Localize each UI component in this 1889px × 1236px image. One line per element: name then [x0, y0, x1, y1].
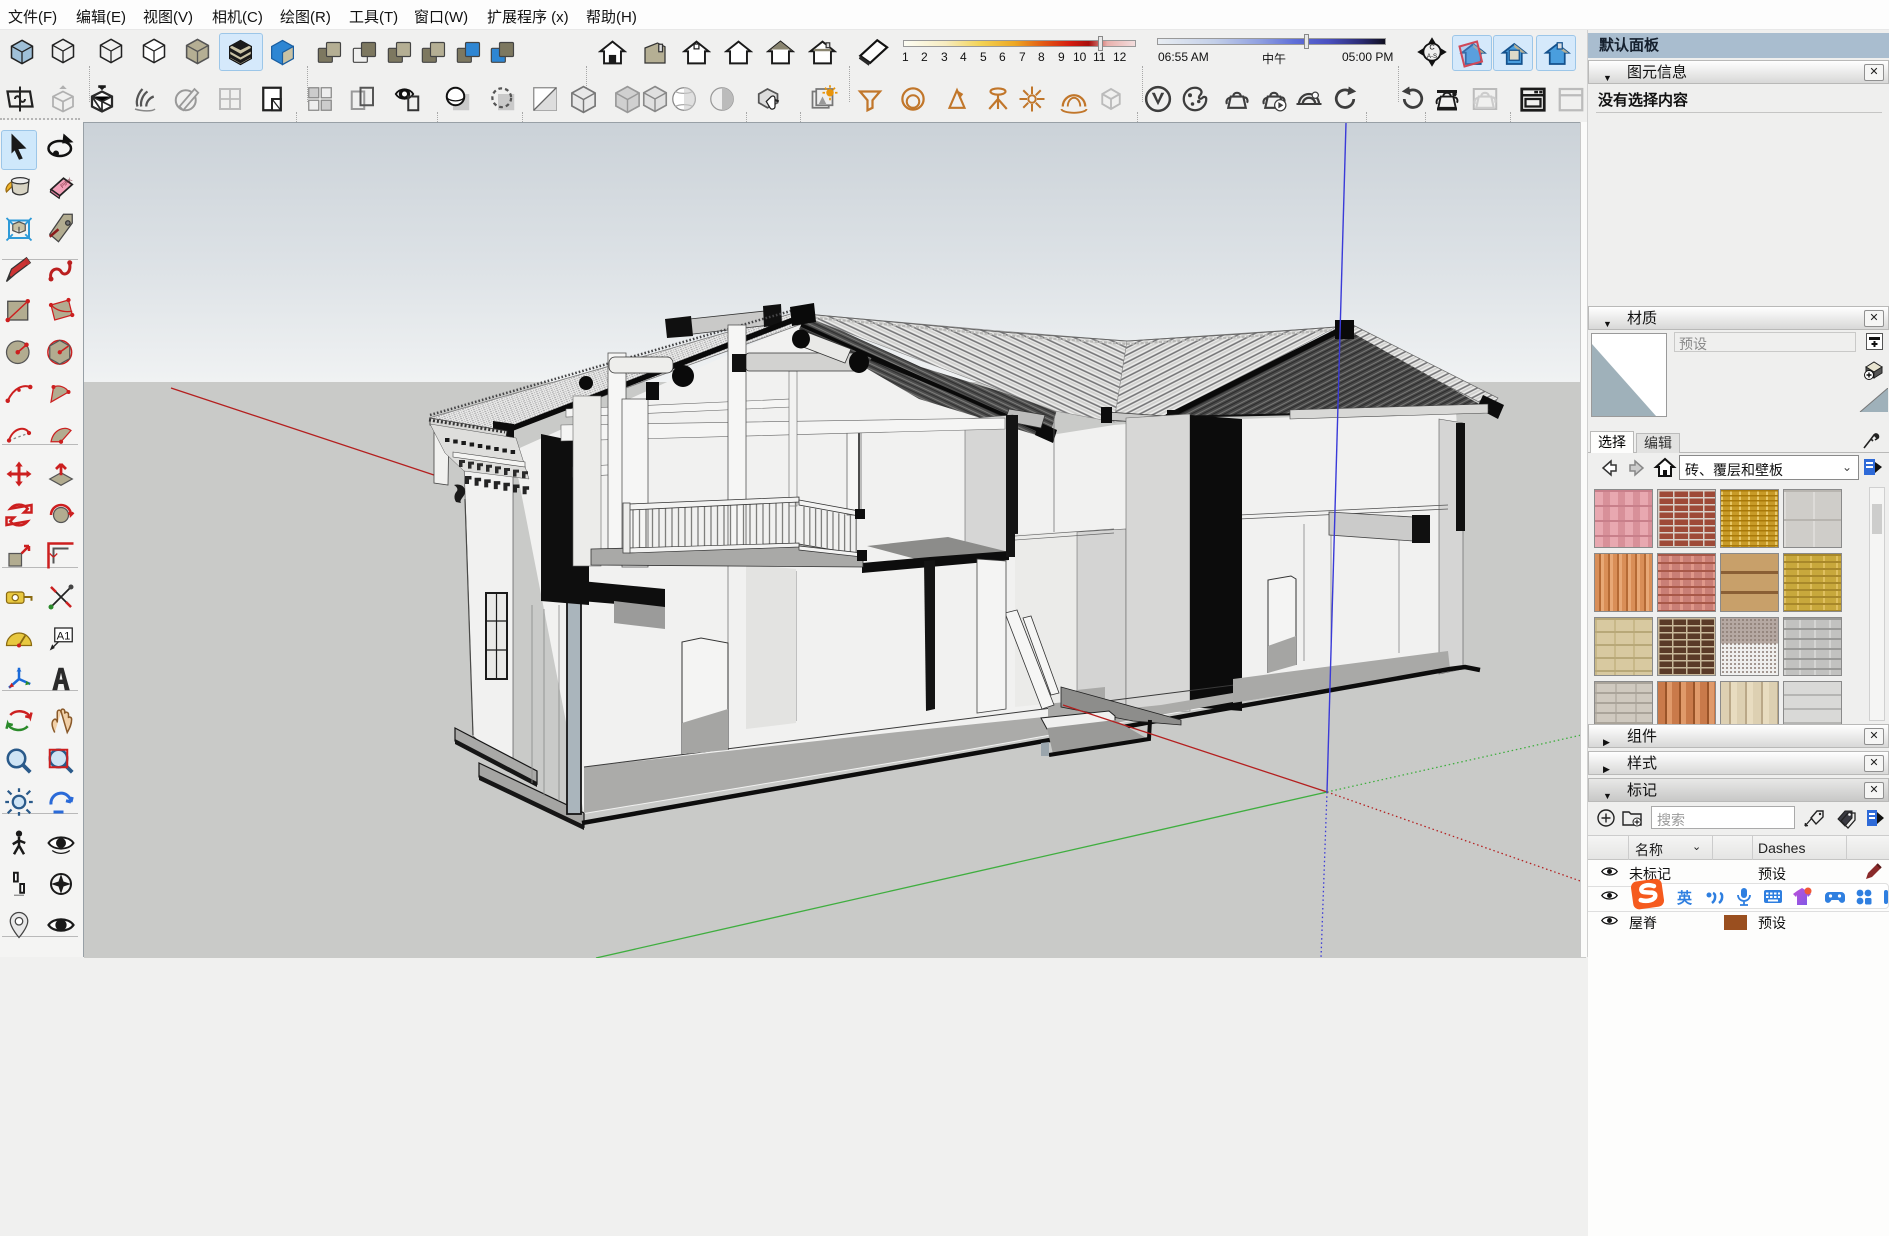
svg-text:A1: A1	[57, 630, 71, 642]
svg-text:A-S: A-S	[1427, 53, 1437, 60]
svg-text:C: C	[1429, 43, 1435, 52]
